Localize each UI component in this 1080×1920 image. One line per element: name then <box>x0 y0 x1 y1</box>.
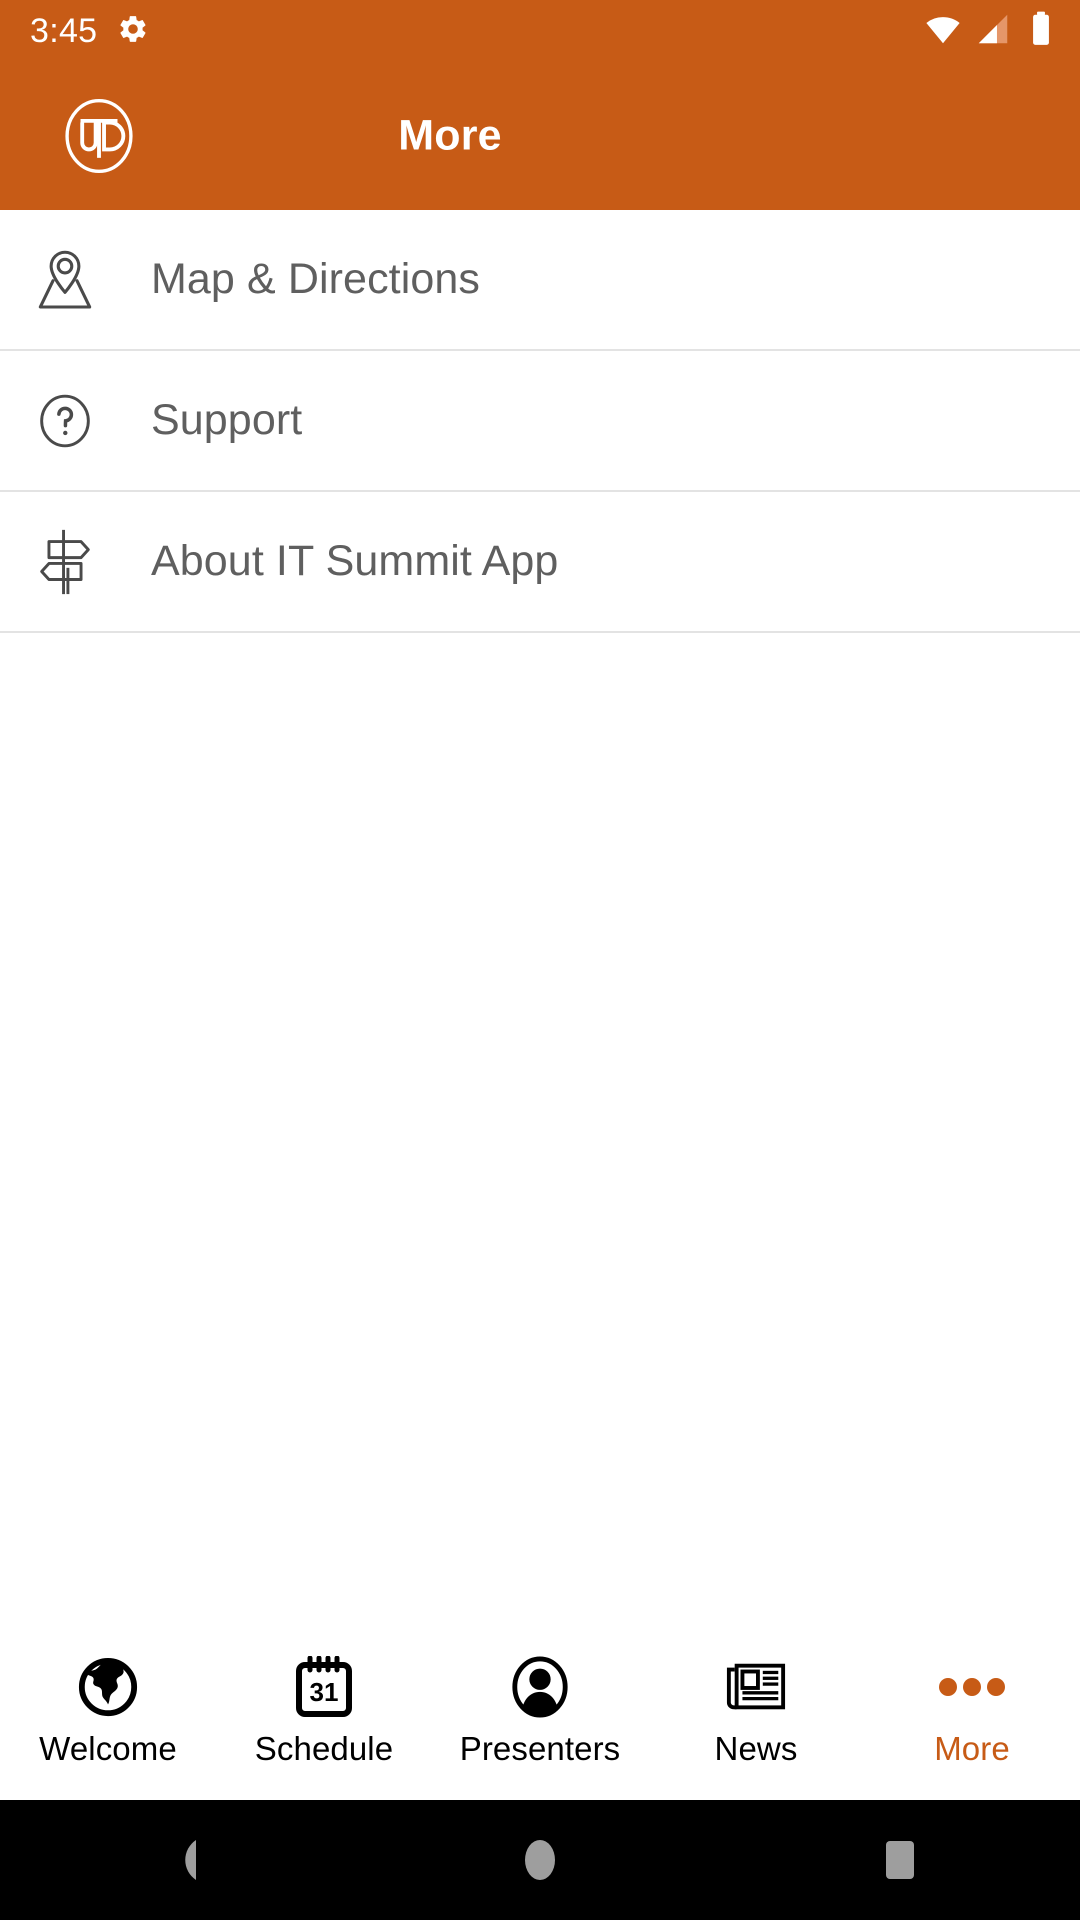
tab-label: Welcome <box>39 1730 177 1767</box>
recents-button[interactable] <box>810 1800 990 1920</box>
home-button[interactable] <box>450 1800 630 1920</box>
status-bar-right <box>924 10 1058 53</box>
tab-more[interactable]: More <box>864 1654 1080 1768</box>
list-item-about-app[interactable]: About IT Summit App <box>0 492 1080 631</box>
square-icon <box>886 1841 914 1879</box>
battery-icon <box>1024 10 1058 53</box>
status-bar-left: 3:45 <box>30 13 149 50</box>
phone-screen: 3:45 More Map & Directions Support About… <box>0 0 1080 1920</box>
tab-label: More <box>934 1730 1010 1767</box>
android-navigation-bar <box>0 1800 1080 1920</box>
bottom-tab-bar: Welcome 31 Schedule Presenters News More <box>0 1640 1080 1800</box>
question-circle-icon <box>15 386 115 456</box>
tab-schedule[interactable]: 31 Schedule <box>216 1654 432 1768</box>
tab-label: News <box>714 1730 798 1767</box>
list-divider <box>0 631 1080 633</box>
list-item-support[interactable]: Support <box>0 351 1080 490</box>
globe-icon <box>77 1654 139 1720</box>
tab-welcome[interactable]: Welcome <box>0 1654 216 1768</box>
list-item-label: Support <box>151 396 303 444</box>
map-pin-icon <box>15 243 115 317</box>
ellipsis-icon <box>936 1654 1008 1720</box>
cellular-signal-icon <box>974 10 1012 53</box>
app-bar: More <box>0 62 1080 210</box>
svg-text:31: 31 <box>310 1677 339 1707</box>
tab-label: Presenters <box>459 1730 621 1767</box>
newspaper-icon <box>725 1654 787 1720</box>
more-menu-list: Map & Directions Support About IT Summit… <box>0 210 1080 633</box>
status-clock: 3:45 <box>30 12 98 50</box>
list-item-map-directions[interactable]: Map & Directions <box>0 210 1080 349</box>
wifi-icon <box>924 10 962 53</box>
person-circle-icon <box>509 1654 571 1720</box>
status-bar: 3:45 <box>0 0 1080 62</box>
list-item-label: Map & Directions <box>151 255 480 303</box>
tab-label: Schedule <box>254 1730 394 1767</box>
gear-icon <box>117 13 149 50</box>
triangle-left-icon <box>185 1840 196 1880</box>
calendar-icon: 31 <box>295 1654 353 1720</box>
tab-news[interactable]: News <box>648 1654 864 1768</box>
page-title: More <box>398 111 502 160</box>
back-button[interactable] <box>90 1800 270 1920</box>
signpost-icon <box>15 524 115 600</box>
tab-presenters[interactable]: Presenters <box>432 1654 648 1768</box>
circle-icon <box>525 1840 555 1880</box>
list-item-label: About IT Summit App <box>151 537 559 585</box>
